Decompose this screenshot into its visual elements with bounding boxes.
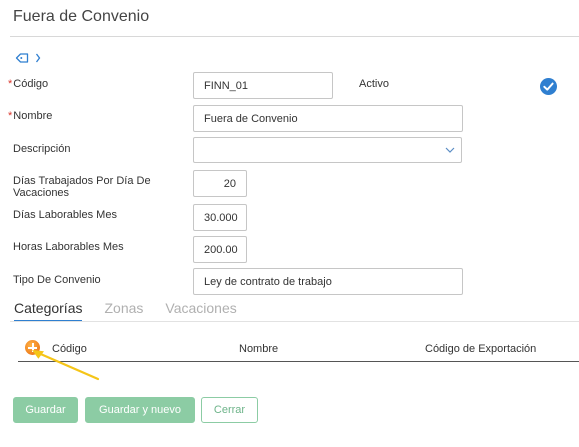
dias-trabajados-label-line2: Vacaciones <box>13 187 70 199</box>
dias-laborables-label: Días Laborables Mes <box>13 209 117 221</box>
horas-laborables-label: Horas Laborables Mes <box>13 241 124 253</box>
required-marker: * <box>8 110 13 122</box>
descripcion-select[interactable] <box>193 137 462 163</box>
grid-header: Código Nombre Código de Exportación <box>18 338 579 362</box>
dias-laborables-value: 30.000 <box>204 211 238 224</box>
dias-laborables-input[interactable]: 30.000 <box>193 204 247 231</box>
tabs-divider <box>10 321 579 322</box>
descripcion-label: Descripción <box>13 143 71 155</box>
dias-trabajados-input[interactable]: 20 <box>193 170 247 197</box>
tipo-convenio-field[interactable]: Ley de contrato de trabajo <box>193 268 463 295</box>
column-header-nombre[interactable]: Nombre <box>239 343 278 355</box>
codigo-field[interactable]: FINN_01 <box>193 72 333 99</box>
column-header-codigo-exportacion[interactable]: Código de Exportación <box>425 343 536 355</box>
tab-bar: Categorías Zonas Vacaciones <box>14 300 237 322</box>
horas-laborables-input[interactable]: 200.00 <box>193 236 247 263</box>
annotation-arrow <box>32 350 100 381</box>
tab-vacaciones[interactable]: Vacaciones <box>165 300 236 322</box>
tipo-convenio-label: Tipo De Convenio <box>13 274 101 286</box>
page-title: Fuera de Convenio <box>13 8 150 25</box>
codigo-value: FINN_01 <box>204 79 249 92</box>
chevron-right-icon[interactable] <box>35 52 41 64</box>
activo-label: Activo <box>359 78 389 90</box>
tag-icon[interactable] <box>15 52 29 64</box>
tipo-convenio-value: Ley de contrato de trabajo <box>204 275 332 288</box>
check-icon <box>540 78 557 95</box>
nombre-value: Fuera de Convenio <box>204 112 298 125</box>
activo-checkbox[interactable] <box>540 78 557 95</box>
close-button[interactable]: Cerrar <box>201 397 258 423</box>
tab-zonas[interactable]: Zonas <box>104 300 143 322</box>
save-button[interactable]: Guardar <box>13 397 78 423</box>
codigo-label: *Código <box>8 78 49 90</box>
required-marker: * <box>8 78 13 90</box>
save-and-new-button[interactable]: Guardar y nuevo <box>85 397 195 423</box>
nombre-label: *Nombre <box>8 110 53 122</box>
horas-laborables-value: 200.00 <box>204 243 238 256</box>
dias-trabajados-label: Días Trabajados Por Día De Vacaciones <box>13 175 151 199</box>
dias-trabajados-label-line1: Días Trabajados Por Día De <box>13 175 151 187</box>
tab-categorias[interactable]: Categorías <box>14 300 83 322</box>
dias-trabajados-value: 20 <box>223 177 236 190</box>
breadcrumb <box>15 51 41 65</box>
nombre-field[interactable]: Fuera de Convenio <box>193 105 463 132</box>
title-divider <box>10 36 579 37</box>
chevron-down-icon <box>445 147 455 153</box>
